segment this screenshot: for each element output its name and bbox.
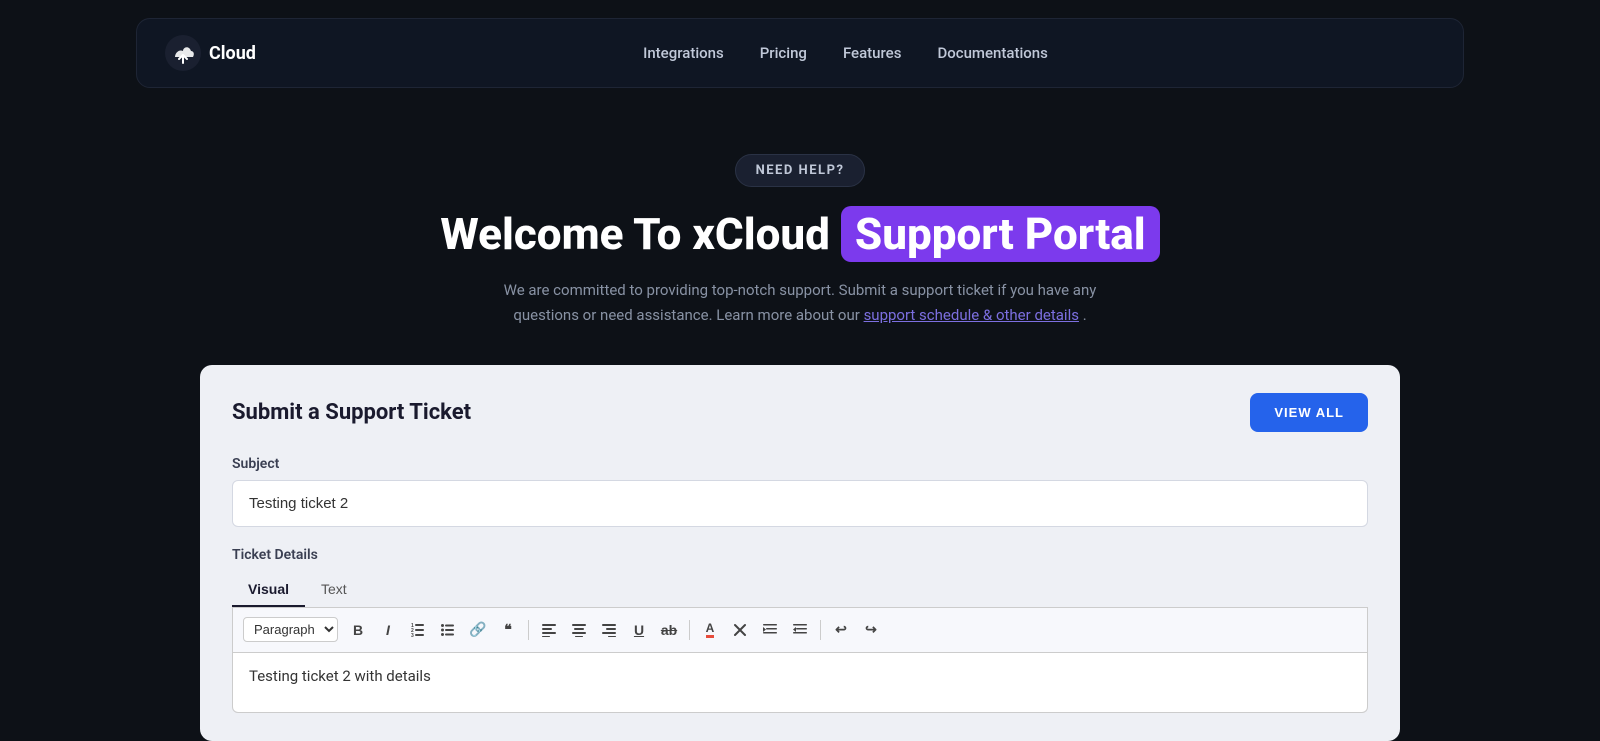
editor-tabs: Visual Text xyxy=(232,573,1368,608)
hero-title-highlight: Support Portal xyxy=(841,206,1160,262)
ordered-list-button[interactable]: 1 2 3 xyxy=(404,616,432,644)
align-left-button[interactable] xyxy=(535,616,563,644)
hero-section: NEED HELP? Welcome To xCloud Support Por… xyxy=(0,106,1600,365)
hero-subtitle-link[interactable]: support schedule & other details xyxy=(864,306,1079,324)
text-color-button[interactable]: A xyxy=(696,616,724,644)
bold-button[interactable]: B xyxy=(344,616,372,644)
align-right-icon xyxy=(602,623,616,637)
hero-subtitle-suffix: . xyxy=(1083,306,1087,324)
form-card-title: Submit a Support Ticket xyxy=(232,400,471,425)
navbar: Cloud Integrations Pricing Features Docu… xyxy=(136,18,1464,88)
nav-pricing[interactable]: Pricing xyxy=(760,44,807,62)
logo-text: Cloud xyxy=(209,43,256,64)
tab-visual[interactable]: Visual xyxy=(232,573,305,607)
indent-icon xyxy=(763,623,777,637)
subject-label: Subject xyxy=(232,456,1368,472)
italic-button[interactable]: I xyxy=(374,616,402,644)
view-all-button[interactable]: VIEW ALL xyxy=(1250,393,1368,432)
indent-button[interactable] xyxy=(756,616,784,644)
editor-toolbar: Paragraph B I 1 2 3 xyxy=(232,608,1368,653)
underline-button[interactable]: U xyxy=(625,616,653,644)
hero-title-prefix: Welcome To xCloud xyxy=(440,208,830,260)
toolbar-divider-3 xyxy=(820,620,821,640)
hero-title: Welcome To xCloud Support Portal xyxy=(16,209,1584,260)
nav-documentations[interactable]: Documentations xyxy=(937,44,1047,62)
align-center-icon xyxy=(572,623,586,637)
svg-text:3: 3 xyxy=(411,633,414,637)
form-card-header: Submit a Support Ticket VIEW ALL xyxy=(232,393,1368,432)
navbar-links: Integrations Pricing Features Documentat… xyxy=(643,44,1048,62)
align-center-button[interactable] xyxy=(565,616,593,644)
hero-subtitle: We are committed to providing top-notch … xyxy=(480,278,1120,329)
need-help-badge: NEED HELP? xyxy=(735,154,866,187)
align-right-button[interactable] xyxy=(595,616,623,644)
paragraph-select[interactable]: Paragraph xyxy=(243,617,338,642)
nav-integrations[interactable]: Integrations xyxy=(643,44,724,62)
form-card: Submit a Support Ticket VIEW ALL Subject… xyxy=(200,365,1400,741)
toolbar-divider-2 xyxy=(689,620,690,640)
editor-text: Testing ticket 2 with details xyxy=(249,667,431,685)
unordered-list-icon xyxy=(441,623,455,637)
clear-format-icon xyxy=(733,623,747,637)
subject-input[interactable] xyxy=(232,480,1368,527)
ordered-list-icon: 1 2 3 xyxy=(411,623,425,637)
align-left-icon xyxy=(542,623,556,637)
outdent-icon xyxy=(793,623,807,637)
text-color-icon: A xyxy=(706,621,715,638)
outdent-button[interactable] xyxy=(786,616,814,644)
editor-content[interactable]: Testing ticket 2 with details xyxy=(232,653,1368,713)
redo-button[interactable]: ↪ xyxy=(857,616,885,644)
nav-features[interactable]: Features xyxy=(843,44,901,62)
ticket-details-label: Ticket Details xyxy=(232,547,1368,563)
unordered-list-button[interactable] xyxy=(434,616,462,644)
undo-button[interactable]: ↩ xyxy=(827,616,855,644)
toolbar-divider-1 xyxy=(528,620,529,640)
blockquote-button[interactable]: ❝ xyxy=(494,616,522,644)
clear-format-button[interactable] xyxy=(726,616,754,644)
link-button[interactable]: 🔗 xyxy=(464,616,492,644)
strikethrough-button[interactable]: ab xyxy=(655,616,683,644)
tab-text[interactable]: Text xyxy=(305,573,363,607)
logo-icon xyxy=(165,35,201,71)
logo[interactable]: Cloud xyxy=(165,35,256,71)
